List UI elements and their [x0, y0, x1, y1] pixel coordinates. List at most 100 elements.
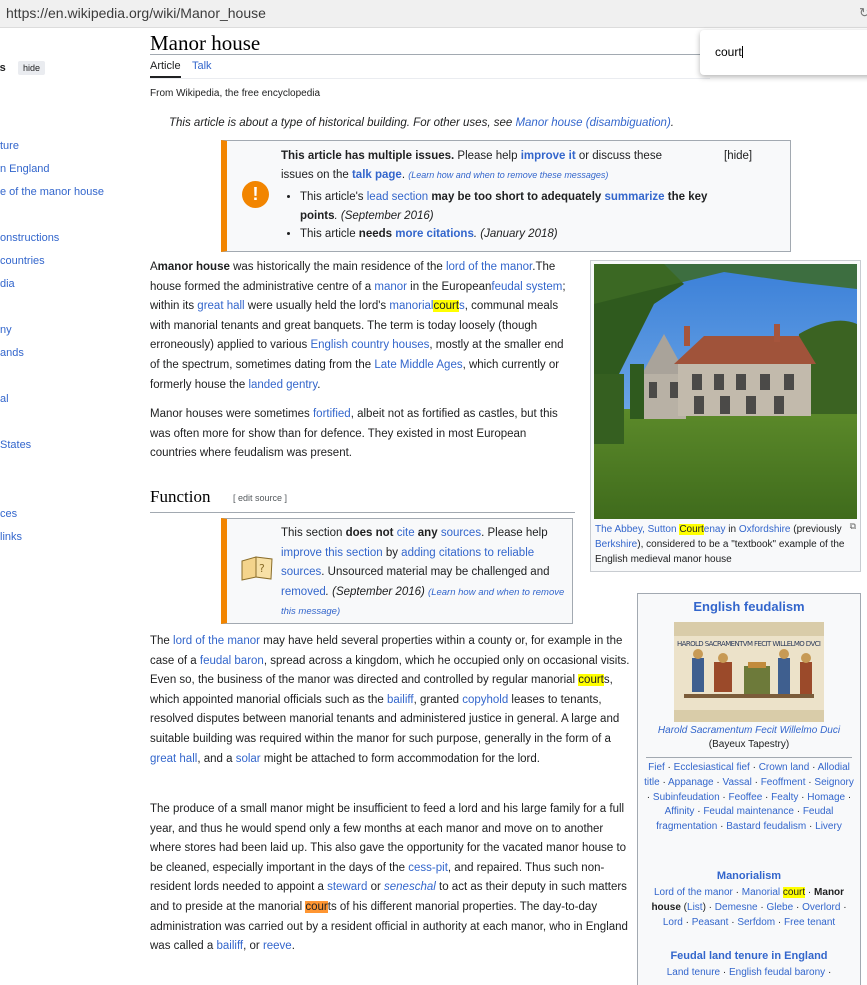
- issues-hide-link[interactable]: [hide]: [724, 150, 752, 162]
- wiki-link[interactable]: manor: [374, 281, 407, 293]
- wiki-link[interactable]: bailiff: [216, 940, 243, 952]
- talk-page-link[interactable]: talk page: [352, 169, 402, 181]
- wiki-link[interactable]: Fief: [648, 762, 665, 773]
- wiki-link[interactable]: Glebe: [767, 902, 794, 913]
- wiki-link[interactable]: enay: [704, 524, 726, 535]
- wiki-link[interactable]: List: [687, 902, 703, 913]
- toc-item[interactable]: links: [0, 531, 22, 543]
- bayeux-tapestry-image[interactable]: HAROLD SACRAMENTVM FECIT WILLELMO DVCI: [674, 622, 824, 722]
- wiki-link[interactable]: Late Middle Ages: [374, 359, 462, 371]
- wiki-link[interactable]: bailiff: [387, 694, 414, 706]
- wiki-link[interactable]: Serfdom: [737, 917, 775, 928]
- wiki-link[interactable]: copyhold: [462, 694, 508, 706]
- wiki-link[interactable]: Affinity: [665, 806, 695, 817]
- toc-item[interactable]: al: [0, 393, 9, 405]
- toc-hide-button[interactable]: hide: [18, 61, 46, 75]
- wiki-link[interactable]: Land tenure: [667, 967, 720, 978]
- book-icon: ?: [241, 556, 273, 581]
- wiki-link[interactable]: Fealty: [771, 792, 798, 803]
- wiki-link[interactable]: feudal baron: [200, 655, 264, 667]
- wiki-link[interactable]: lord of the manor: [173, 635, 260, 647]
- wiki-link[interactable]: lord of the manor: [446, 261, 532, 273]
- wiki-link[interactable]: Livery: [815, 821, 842, 832]
- lead-section-link[interactable]: lead section: [367, 191, 428, 203]
- wiki-link[interactable]: seneschal: [384, 881, 436, 893]
- wiki-link[interactable]: Demesne: [715, 902, 758, 913]
- article-content: Manor house Article Talk From Wikipedia,…: [150, 28, 867, 985]
- wiki-link[interactable]: Lord of the manor: [654, 887, 733, 898]
- toc-item[interactable]: onstructions: [0, 232, 59, 244]
- wiki-link[interactable]: Berkshire: [595, 539, 637, 550]
- toc-item[interactable]: dia: [0, 278, 15, 290]
- issue-text: the key: [664, 191, 708, 203]
- wiki-link[interactable]: Appanage: [668, 777, 714, 788]
- more-citations-link[interactable]: more citations: [392, 228, 474, 240]
- wiki-link[interactable]: Crown land: [759, 762, 810, 773]
- wiki-link[interactable]: Feoffee: [729, 792, 763, 803]
- wiki-link[interactable]: Subinfeudation: [653, 792, 720, 803]
- wiki-link[interactable]: Vassal: [723, 777, 752, 788]
- sidebar-title[interactable]: English feudalism: [638, 599, 860, 614]
- hatnote-end: .: [670, 117, 674, 129]
- improve-it-link[interactable]: improve it: [521, 150, 576, 162]
- manorialism-heading[interactable]: Manorialism: [638, 870, 860, 882]
- text-run: Manor houses were sometimes: [150, 408, 313, 420]
- issue-text: This article: [300, 228, 359, 240]
- wiki-link[interactable]: English country houses: [310, 339, 429, 351]
- wiki-link[interactable]: Homage: [807, 792, 845, 803]
- wiki-link[interactable]: The Abbey: [595, 524, 642, 535]
- address-bar[interactable]: https://en.wikipedia.org/wiki/Manor_hous…: [0, 0, 867, 28]
- disambiguation-link[interactable]: Manor house (disambiguation): [515, 117, 670, 129]
- wiki-link[interactable]: great hall: [197, 300, 244, 312]
- text-run: ·: [751, 776, 761, 788]
- wiki-link[interactable]: , Sutton: [642, 524, 679, 535]
- tab-talk[interactable]: Talk: [192, 60, 212, 72]
- wiki-link[interactable]: Overlord: [802, 902, 840, 913]
- wiki-link[interactable]: Ecclesiastical fief: [674, 762, 750, 773]
- wiki-link[interactable]: fortified: [313, 408, 351, 420]
- wiki-link[interactable]: Peasant: [692, 917, 729, 928]
- url-text[interactable]: https://en.wikipedia.org/wiki/Manor_hous…: [6, 5, 266, 21]
- wiki-link[interactable]: Feoffment: [761, 777, 806, 788]
- wiki-link[interactable]: cess-pit: [408, 862, 448, 874]
- find-input[interactable]: court: [715, 45, 743, 59]
- summarize-link[interactable]: summarize: [605, 191, 665, 203]
- enlarge-icon[interactable]: ⧉: [850, 521, 856, 532]
- toc-item[interactable]: States: [0, 439, 31, 451]
- issue-date: . (January 2018): [473, 228, 558, 240]
- toc-item[interactable]: countries: [0, 255, 45, 267]
- wiki-link[interactable]: feudal system: [491, 281, 562, 293]
- manor-photo[interactable]: [594, 264, 857, 519]
- wiki-link[interactable]: Free tenant: [784, 917, 835, 928]
- wiki-link[interactable]: sources: [441, 527, 481, 539]
- learn-more-link[interactable]: (Learn how and when to remove these mess…: [408, 170, 608, 180]
- land-tenure-heading[interactable]: Feudal land tenure in England: [638, 950, 860, 962]
- tapestry-caption[interactable]: Harold Sacramentum Fecit Willelmo Duci: [638, 724, 860, 739]
- wiki-link[interactable]: English feudal barony: [729, 967, 825, 978]
- toc-item[interactable]: ces: [0, 508, 17, 520]
- toc-item[interactable]: n England: [0, 163, 50, 175]
- wiki-link[interactable]: landed gentry: [248, 379, 317, 391]
- wiki-link[interactable]: manorial: [389, 300, 433, 312]
- wiki-link[interactable]: steward: [327, 881, 367, 893]
- wiki-link[interactable]: Oxfordshire: [739, 524, 791, 535]
- wiki-link[interactable]: improve this section: [281, 547, 383, 559]
- wiki-link[interactable]: Seignory: [814, 777, 853, 788]
- wiki-link[interactable]: great hall: [150, 753, 197, 765]
- wiki-link[interactable]: Lord: [663, 917, 683, 928]
- tab-article[interactable]: Article: [150, 60, 181, 78]
- wiki-link[interactable]: reeve: [263, 940, 292, 952]
- wiki-link[interactable]: Bastard feudalism: [726, 821, 806, 832]
- reload-icon[interactable]: ↻: [859, 5, 867, 21]
- wiki-link[interactable]: removed: [281, 586, 326, 598]
- toc-item[interactable]: ands: [0, 347, 24, 359]
- wiki-link[interactable]: cite: [397, 527, 415, 539]
- edit-source-link[interactable]: [ edit source ]: [233, 493, 287, 503]
- wiki-link[interactable]: Manorial: [742, 887, 783, 898]
- wiki-link[interactable]: Feudal maintenance: [703, 806, 794, 817]
- tapestry-inscription: HAROLD SACRAMENTVM FECIT WILLELMO DVCI: [677, 640, 821, 648]
- toc-item[interactable]: ture: [0, 140, 19, 152]
- wiki-link[interactable]: solar: [236, 753, 261, 765]
- toc-item[interactable]: ny: [0, 324, 12, 336]
- toc-item[interactable]: e of the manor house: [0, 186, 104, 198]
